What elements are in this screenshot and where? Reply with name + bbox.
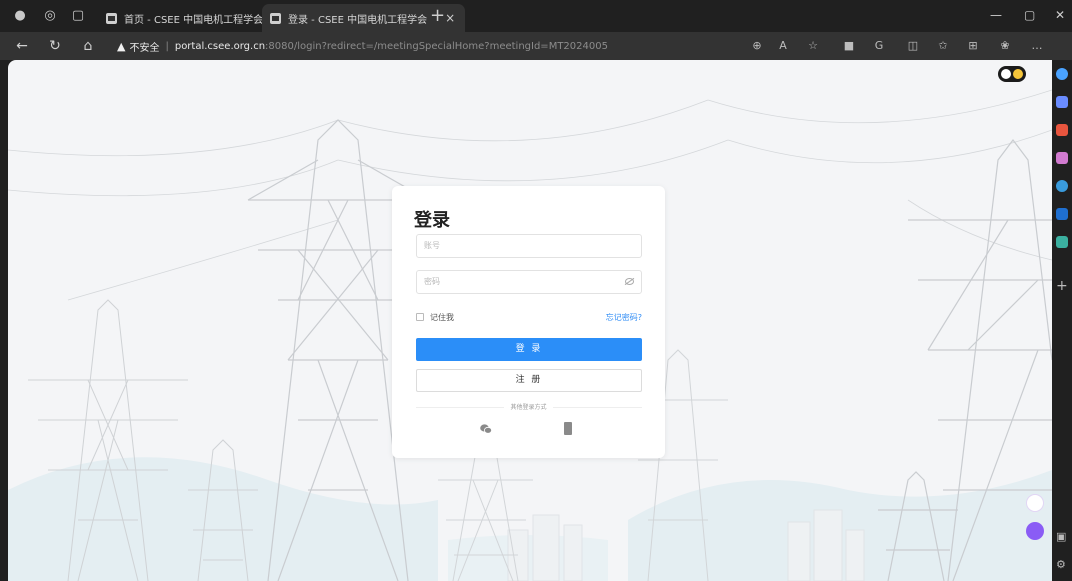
other-methods-label: 其他登录方式: [392, 402, 665, 411]
security-status[interactable]: 不安全: [129, 39, 159, 54]
url-field[interactable]: ▲ 不安全 | portal.csee.org.cn :8080/login?r…: [117, 36, 1072, 56]
refresh-icon[interactable]: ↻: [45, 36, 65, 56]
login-button[interactable]: 登 录: [416, 338, 642, 361]
url-separator: |: [165, 40, 169, 52]
refresh-extension-icon[interactable]: G: [870, 36, 888, 56]
shopping-icon[interactable]: [1056, 124, 1068, 136]
favorite-icon[interactable]: ☆: [804, 36, 822, 56]
favorites-icon[interactable]: ✩: [934, 36, 952, 56]
url-host: portal.csee.org.cn: [174, 40, 266, 52]
outlook-icon[interactable]: [1056, 208, 1068, 220]
floating-assistant-icon[interactable]: [1026, 522, 1044, 540]
login-card: 登录 账号 密码 记住我 忘记密码? 登 录 注 册 其他登录方式: [392, 186, 665, 458]
browser-sidebar: + ▣ ⚙: [1052, 60, 1072, 581]
theme-toggle[interactable]: [998, 66, 1026, 82]
close-window-icon[interactable]: ✕: [1055, 8, 1065, 22]
site-favicon-icon: [270, 12, 281, 24]
url-path: :8080/login?redirect=/meetingSpecialHome…: [265, 40, 608, 52]
remember-checkbox[interactable]: [416, 313, 424, 321]
add-icon[interactable]: +: [1056, 278, 1068, 294]
search-icon[interactable]: [1056, 68, 1068, 80]
warning-icon: ▲: [117, 39, 126, 53]
tab-actions-icon[interactable]: ▢: [68, 6, 88, 26]
tab-close-icon[interactable]: ×: [445, 11, 455, 25]
workspaces-icon[interactable]: ◎: [40, 6, 60, 26]
remember-label[interactable]: 记住我: [430, 312, 454, 323]
tag-icon[interactable]: [1056, 96, 1068, 108]
minimize-icon[interactable]: —: [990, 8, 1002, 22]
account-placeholder: 账号: [424, 241, 440, 250]
tab-label: 首页 - CSEE 中国电机工程学会: [124, 14, 264, 26]
register-button[interactable]: 注 册: [416, 369, 642, 392]
extension-icon[interactable]: ■: [840, 36, 858, 56]
floating-tool-icon[interactable]: [1026, 494, 1044, 512]
site-favicon-icon: [106, 12, 117, 24]
read-aloud-icon[interactable]: A: [774, 36, 792, 56]
browser-tab-bar: ● ◎ ▢ 首页 - CSEE 中国电机工程学会 × 登录 - CSEE 中国电…: [0, 0, 1072, 32]
profile-avatar-icon[interactable]: ●: [10, 6, 30, 26]
phone-icon[interactable]: [564, 422, 572, 435]
password-placeholder: 密码: [424, 277, 440, 286]
settings-gear-icon[interactable]: ⚙: [1056, 558, 1066, 571]
web-page: 登录 账号 密码 记住我 忘记密码? 登 录 注 册 其他登录方式: [8, 60, 1052, 581]
home-icon[interactable]: ⌂: [78, 36, 98, 56]
zoom-icon[interactable]: ⊕: [748, 36, 766, 56]
remember-row: 记住我 忘记密码?: [416, 312, 642, 324]
drop-icon[interactable]: [1056, 236, 1068, 248]
account-input[interactable]: 账号: [416, 234, 642, 258]
copilot-icon[interactable]: ❀: [996, 36, 1014, 56]
toggle-password-visibility-icon[interactable]: [625, 278, 634, 285]
restore-icon[interactable]: ▢: [1024, 8, 1035, 22]
copilot-icon[interactable]: [1056, 180, 1068, 192]
wechat-icon[interactable]: [480, 424, 492, 434]
screenshot-icon[interactable]: ▣: [1056, 530, 1066, 543]
tab-label: 登录 - CSEE 中国电机工程学会: [288, 14, 428, 26]
split-screen-icon[interactable]: ◫: [904, 36, 922, 56]
forgot-password-link[interactable]: 忘记密码?: [606, 312, 642, 323]
people-icon[interactable]: [1056, 152, 1068, 164]
password-input[interactable]: 密码: [416, 270, 642, 294]
new-tab-icon[interactable]: +: [430, 5, 445, 26]
collections-icon[interactable]: ⊞: [964, 36, 982, 56]
login-title: 登录: [414, 210, 450, 231]
back-icon[interactable]: ←: [12, 36, 32, 56]
more-icon[interactable]: …: [1028, 36, 1046, 56]
